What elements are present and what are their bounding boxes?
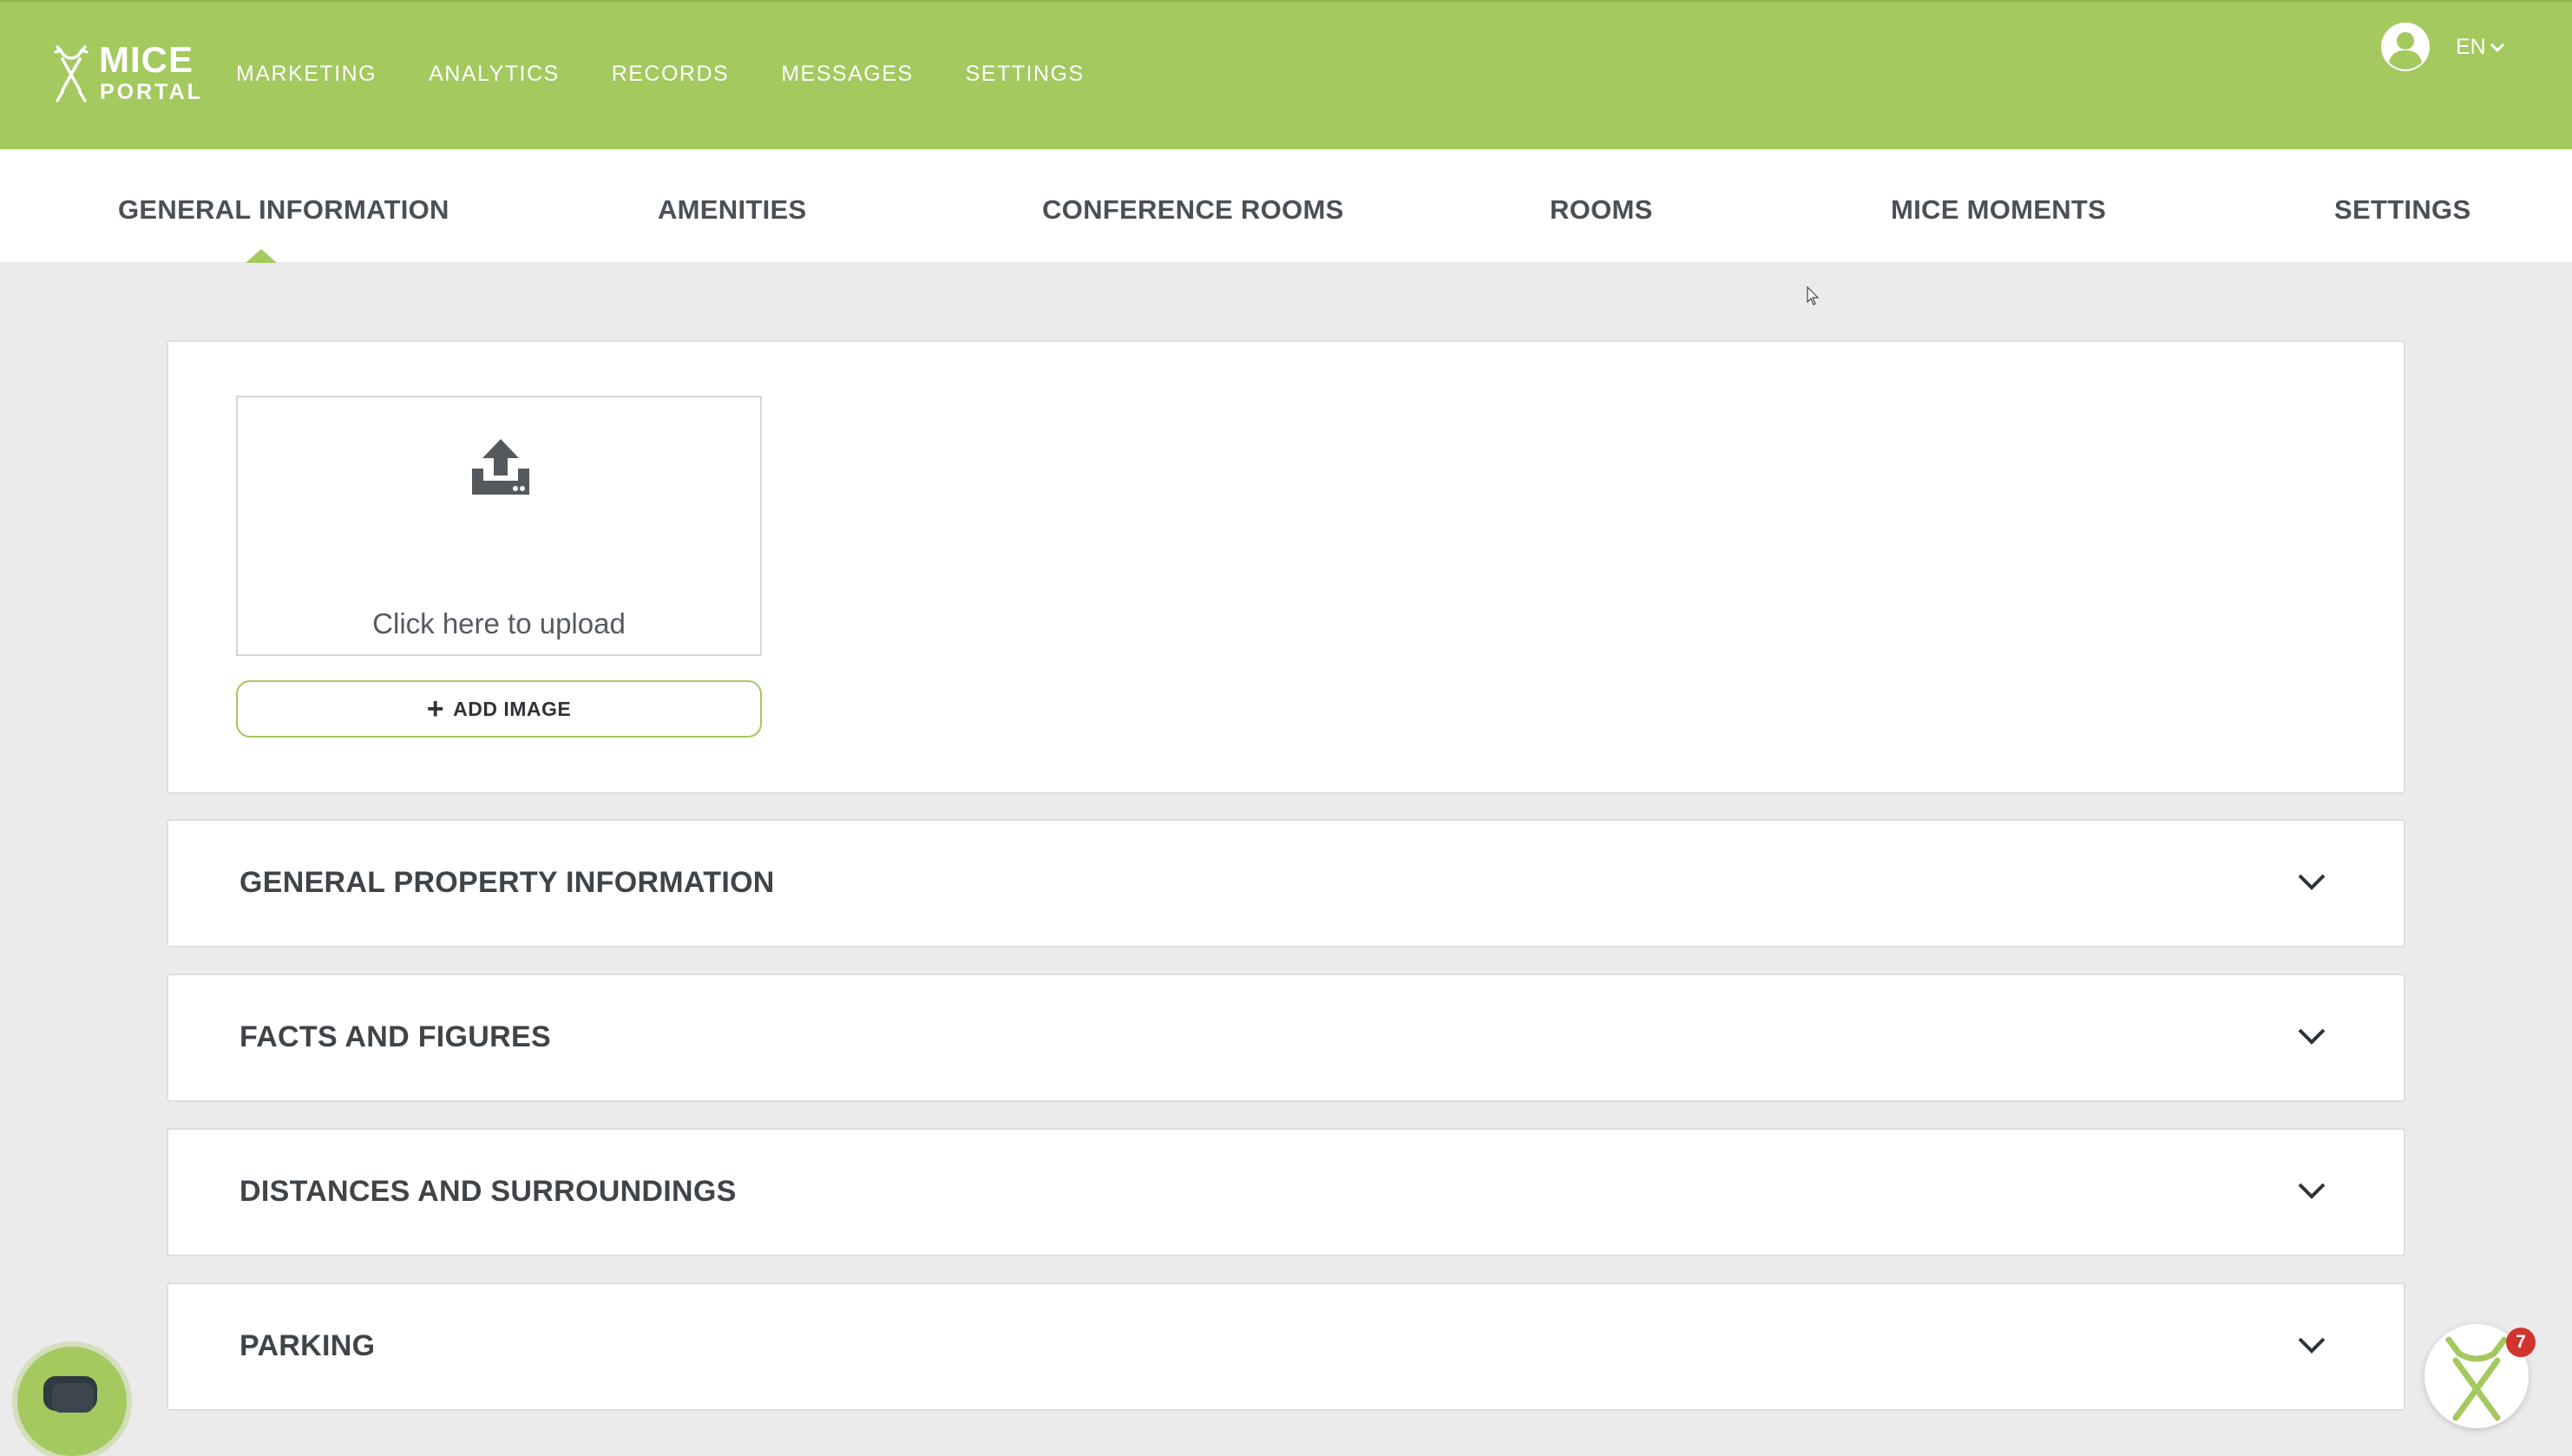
image-upload-card: Click here to upload + ADD IMAGE bbox=[167, 340, 2405, 794]
accordion-facts-and-figures[interactable]: FACTS AND FIGURES bbox=[167, 974, 2405, 1102]
nav-marketing[interactable]: MARKETING bbox=[236, 61, 377, 87]
nav-settings[interactable]: SETTINGS bbox=[966, 61, 1085, 87]
language-selector[interactable]: EN bbox=[2456, 35, 2505, 60]
tab-mice-moments[interactable]: MICE MOMENTS bbox=[1891, 194, 2106, 226]
chat-icon bbox=[43, 1376, 97, 1413]
nav-records[interactable]: RECORDS bbox=[612, 61, 730, 87]
active-tab-indicator bbox=[246, 249, 277, 263]
image-dropzone[interactable]: Click here to upload bbox=[236, 396, 762, 656]
chevron-down-icon bbox=[2298, 874, 2326, 890]
nav-messages[interactable]: MESSAGES bbox=[781, 61, 913, 87]
chat-widget-button[interactable] bbox=[17, 1347, 127, 1456]
upload-icon bbox=[472, 439, 529, 495]
accordion-title: PARKING bbox=[239, 1329, 376, 1362]
add-image-button[interactable]: + ADD IMAGE bbox=[236, 680, 762, 738]
tab-general-information[interactable]: GENERAL INFORMATION bbox=[118, 194, 449, 226]
main-nav: MARKETING ANALYTICS RECORDS MESSAGES SET… bbox=[236, 61, 1137, 87]
accordion-general-property-information[interactable]: GENERAL PROPERTY INFORMATION bbox=[167, 819, 2405, 948]
accordion-distances-and-surroundings[interactable]: DISTANCES AND SURROUNDINGS bbox=[167, 1128, 2405, 1256]
plus-icon: + bbox=[426, 692, 445, 725]
mouse-cursor-icon bbox=[1807, 286, 1820, 305]
chevron-down-icon bbox=[2298, 1337, 2326, 1354]
upload-prompt: Click here to upload bbox=[372, 607, 626, 639]
tab-conference-rooms[interactable]: CONFERENCE ROOMS bbox=[1042, 194, 1344, 226]
accordion-title: GENERAL PROPERTY INFORMATION bbox=[239, 866, 775, 899]
chevron-down-icon bbox=[2298, 1028, 2326, 1045]
notification-badge: 7 bbox=[2506, 1328, 2536, 1357]
accordion-title: FACTS AND FIGURES bbox=[239, 1020, 551, 1053]
tab-amenities[interactable]: AMENITIES bbox=[658, 194, 807, 226]
tab-settings[interactable]: SETTINGS bbox=[2334, 194, 2470, 226]
language-label: EN bbox=[2456, 35, 2486, 59]
accordion-parking[interactable]: PARKING bbox=[167, 1282, 2405, 1411]
logo-mark-icon bbox=[54, 45, 89, 102]
logo-text-portal: PORTAL bbox=[100, 80, 203, 104]
chevron-down-icon bbox=[2298, 1183, 2326, 1199]
mice-portal-logo[interactable]: MICE PORTAL bbox=[52, 42, 200, 106]
user-circle-icon[interactable] bbox=[2381, 23, 2430, 71]
section-tabs: GENERAL INFORMATION AMENITIES CONFERENCE… bbox=[0, 149, 2572, 263]
logo-text-mice: MICE bbox=[99, 39, 194, 80]
mascot-icon bbox=[2445, 1336, 2508, 1421]
add-image-label: ADD IMAGE bbox=[453, 697, 572, 720]
tab-rooms[interactable]: ROOMS bbox=[1550, 194, 1653, 226]
top-header: MICE PORTAL MARKETING ANALYTICS RECORDS … bbox=[0, 0, 2572, 149]
nav-analytics[interactable]: ANALYTICS bbox=[429, 61, 560, 87]
accordion-title: DISTANCES AND SURROUNDINGS bbox=[239, 1175, 737, 1208]
chevron-down-icon bbox=[2490, 43, 2504, 52]
